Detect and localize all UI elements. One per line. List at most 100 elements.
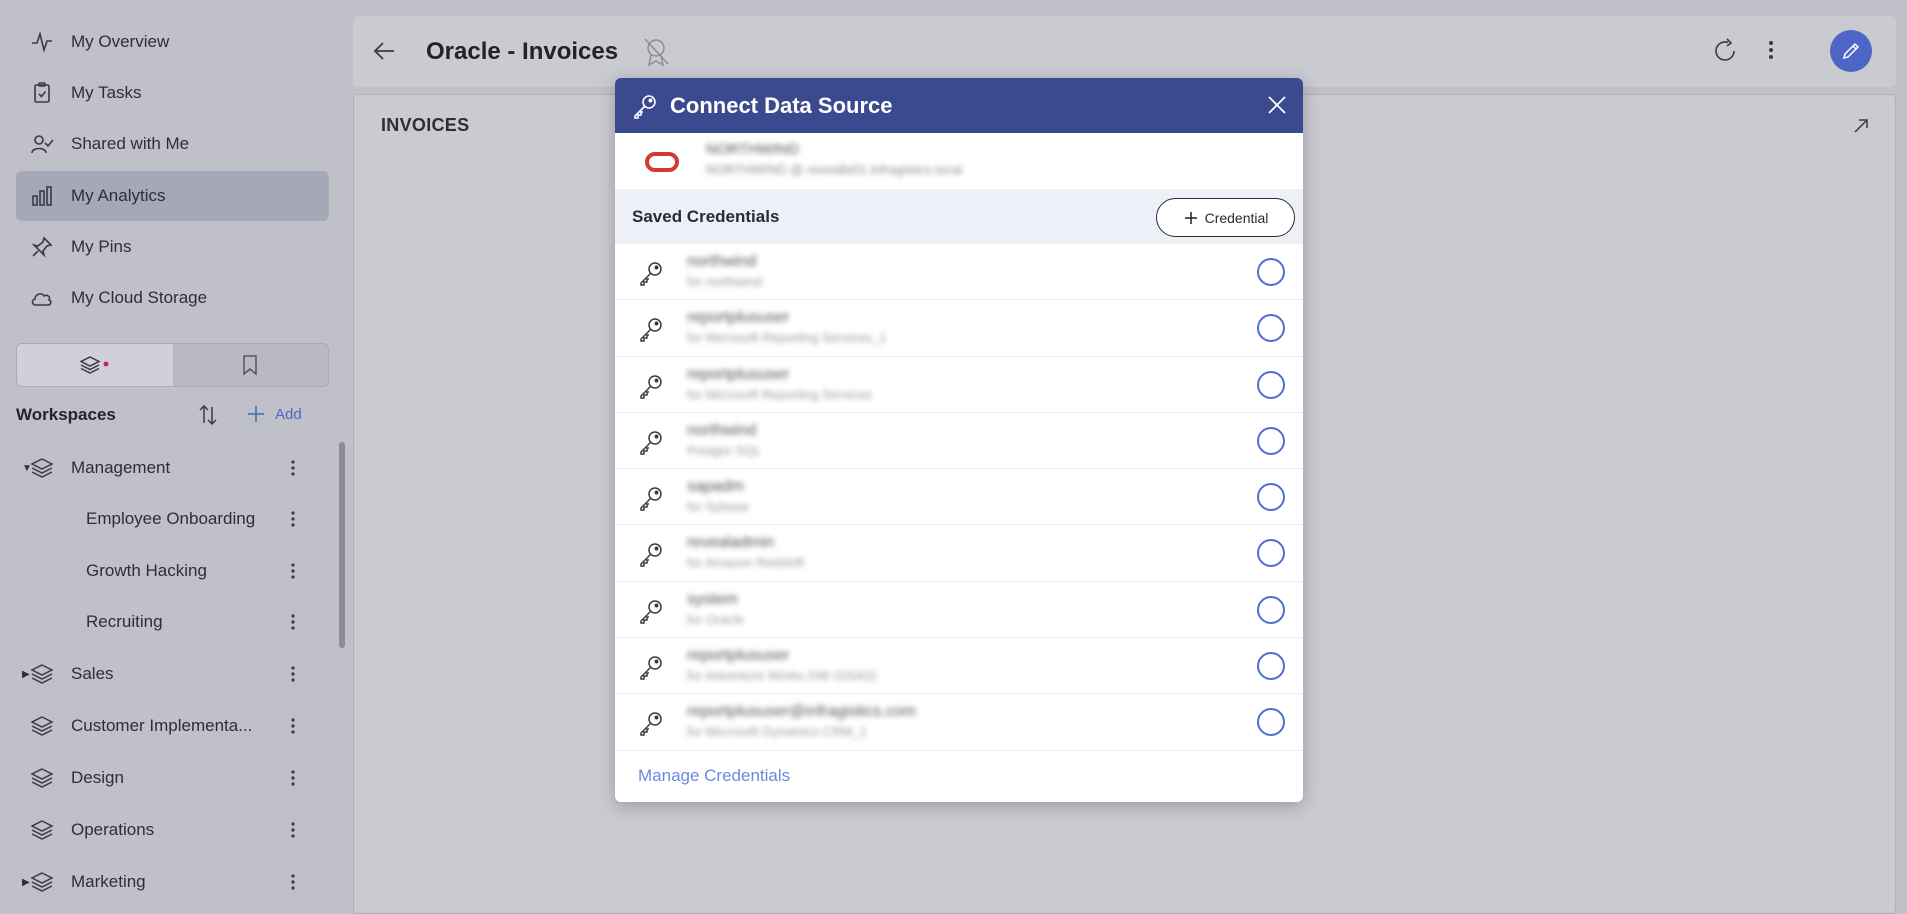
saved-credentials-header: Saved Credentials Credential [615,189,1303,244]
expand-icon[interactable] [1851,116,1871,136]
credential-item[interactable]: northwind for northwind [615,244,1303,301]
layers-icon [30,714,54,738]
workspace-design[interactable]: Design [0,754,320,802]
more-vertical-icon[interactable] [286,557,300,585]
caret-right-icon[interactable]: ▶ [22,669,30,680]
plus-icon [1184,211,1197,224]
pencil-icon [1842,42,1860,60]
oracle-logo-icon [645,152,679,172]
credential-detail: for Microsoft Reporting Services [687,386,872,402]
bookmarks-view-tab[interactable] [173,344,329,386]
credential-radio[interactable] [1257,539,1285,568]
edit-button[interactable] [1830,30,1872,72]
sidebar-scrollbar[interactable] [339,442,345,648]
credential-radio[interactable] [1257,426,1285,455]
key-icon [637,259,665,287]
cloud-icon [30,286,56,310]
credential-item[interactable]: northwind Postgre SQL [615,413,1303,470]
workspace-label: Customer Implementa... [71,716,253,735]
nav-my-analytics[interactable]: My Analytics [16,171,329,221]
task-icon [30,81,56,105]
credential-detail: for Sybase [687,499,750,515]
credential-radio[interactable] [1257,483,1285,512]
nav-label: My Pins [71,237,132,256]
sort-icon[interactable] [196,403,220,427]
caret-right-icon[interactable]: ▶ [22,877,30,888]
nav-my-pins[interactable]: My Pins [16,222,329,272]
nav-my-cloud-storage[interactable]: My Cloud Storage [16,273,329,323]
credential-radio[interactable] [1257,652,1285,681]
credential-item[interactable]: sapadm for Sybase [615,469,1303,526]
nav-my-overview[interactable]: My Overview [16,17,329,67]
add-credential-button[interactable]: Credential [1156,198,1295,237]
credential-detail: for Adventure Works DW (SSAS) [687,668,877,684]
more-vertical-icon[interactable] [1768,37,1774,63]
workspace-recruiting[interactable]: Recruiting [0,598,320,646]
workspace-employee-onboarding[interactable]: Employee Onboarding [0,495,320,543]
layers-icon [30,766,54,790]
key-icon [632,93,658,119]
nav-shared-with-me[interactable]: Shared with Me [16,119,329,169]
workspaces-view-tab[interactable] [17,344,173,386]
nav-label: My Tasks [71,83,142,102]
more-vertical-icon[interactable] [286,712,300,740]
workspace-label: Management [71,458,171,477]
key-icon [637,428,665,456]
nav-label: My Overview [71,32,170,51]
more-vertical-icon[interactable] [286,608,300,636]
workspace-operations[interactable]: Operations [0,806,320,854]
credential-name: reportplususer@infragistics.com [687,703,916,721]
connect-data-source-dialog: Connect Data Source NORTHWIND NORTHWIND … [615,78,1303,802]
workspace-marketing[interactable]: ▶ Marketing [0,858,320,906]
page-title: Oracle - Invoices [426,38,619,65]
credential-item[interactable]: system for Oracle [615,582,1303,639]
credential-item[interactable]: reportplususer for Adventure Works DW (S… [615,638,1303,695]
plus-icon [248,406,264,422]
dialog-header: Connect Data Source [615,78,1303,133]
credential-radio[interactable] [1257,258,1285,286]
workspace-sales[interactable]: ▶ Sales [0,650,320,698]
credential-detail: for Amazon Redshift [687,555,805,571]
nav-my-tasks[interactable]: My Tasks [16,68,329,118]
more-vertical-icon[interactable] [286,816,300,844]
more-vertical-icon[interactable] [286,505,300,533]
credential-name: revealadmin [687,534,775,552]
key-icon [637,484,665,512]
credential-item[interactable]: reportplususer for Microsoft Reporting S… [615,357,1303,413]
credential-item[interactable]: revealadmin for Amazon Redshift [615,525,1303,582]
certified-badge-icon [641,36,671,68]
credential-detail: Postgre SQL [687,442,762,458]
nav-label: My Cloud Storage [71,288,208,307]
credential-detail: for Microsoft Dynamics CRM_1 [687,724,867,740]
key-icon [637,653,665,681]
layers-icon [30,818,54,842]
refresh-icon[interactable] [1711,37,1739,65]
nav-label: My Analytics [71,186,166,205]
credential-item[interactable]: reportplususer for Microsoft Reporting S… [615,300,1303,357]
activity-icon [30,30,56,54]
more-vertical-icon[interactable] [286,660,300,688]
credential-radio[interactable] [1257,370,1285,399]
workspaces-title: Workspaces [16,405,116,424]
back-arrow-icon[interactable] [371,38,397,64]
credential-radio[interactable] [1257,314,1285,343]
workspace-customer-implementation[interactable]: Customer Implementa... [0,702,320,750]
add-workspace-button[interactable]: Add [245,403,302,425]
workspace-growth-hacking[interactable]: Growth Hacking [0,547,320,595]
credential-radio[interactable] [1257,708,1285,737]
nav-label: Shared with Me [71,134,190,153]
more-vertical-icon[interactable] [286,454,300,482]
credential-item[interactable]: reportplususer@infragistics.com for Micr… [615,694,1303,751]
more-vertical-icon[interactable] [286,764,300,792]
workspace-management[interactable]: ▼ Management [0,444,320,492]
credential-name: system [687,590,738,608]
key-icon [637,597,665,625]
dashboard-header: Oracle - Invoices [353,16,1896,87]
close-icon[interactable] [1267,95,1287,115]
more-vertical-icon[interactable] [286,868,300,896]
credential-radio[interactable] [1257,595,1285,624]
saved-credentials-title: Saved Credentials [632,206,780,226]
credential-name: reportplususer [687,365,790,383]
workspace-label: Employee Onboarding [86,509,256,528]
manage-credentials-link[interactable]: Manage Credentials [638,766,790,786]
